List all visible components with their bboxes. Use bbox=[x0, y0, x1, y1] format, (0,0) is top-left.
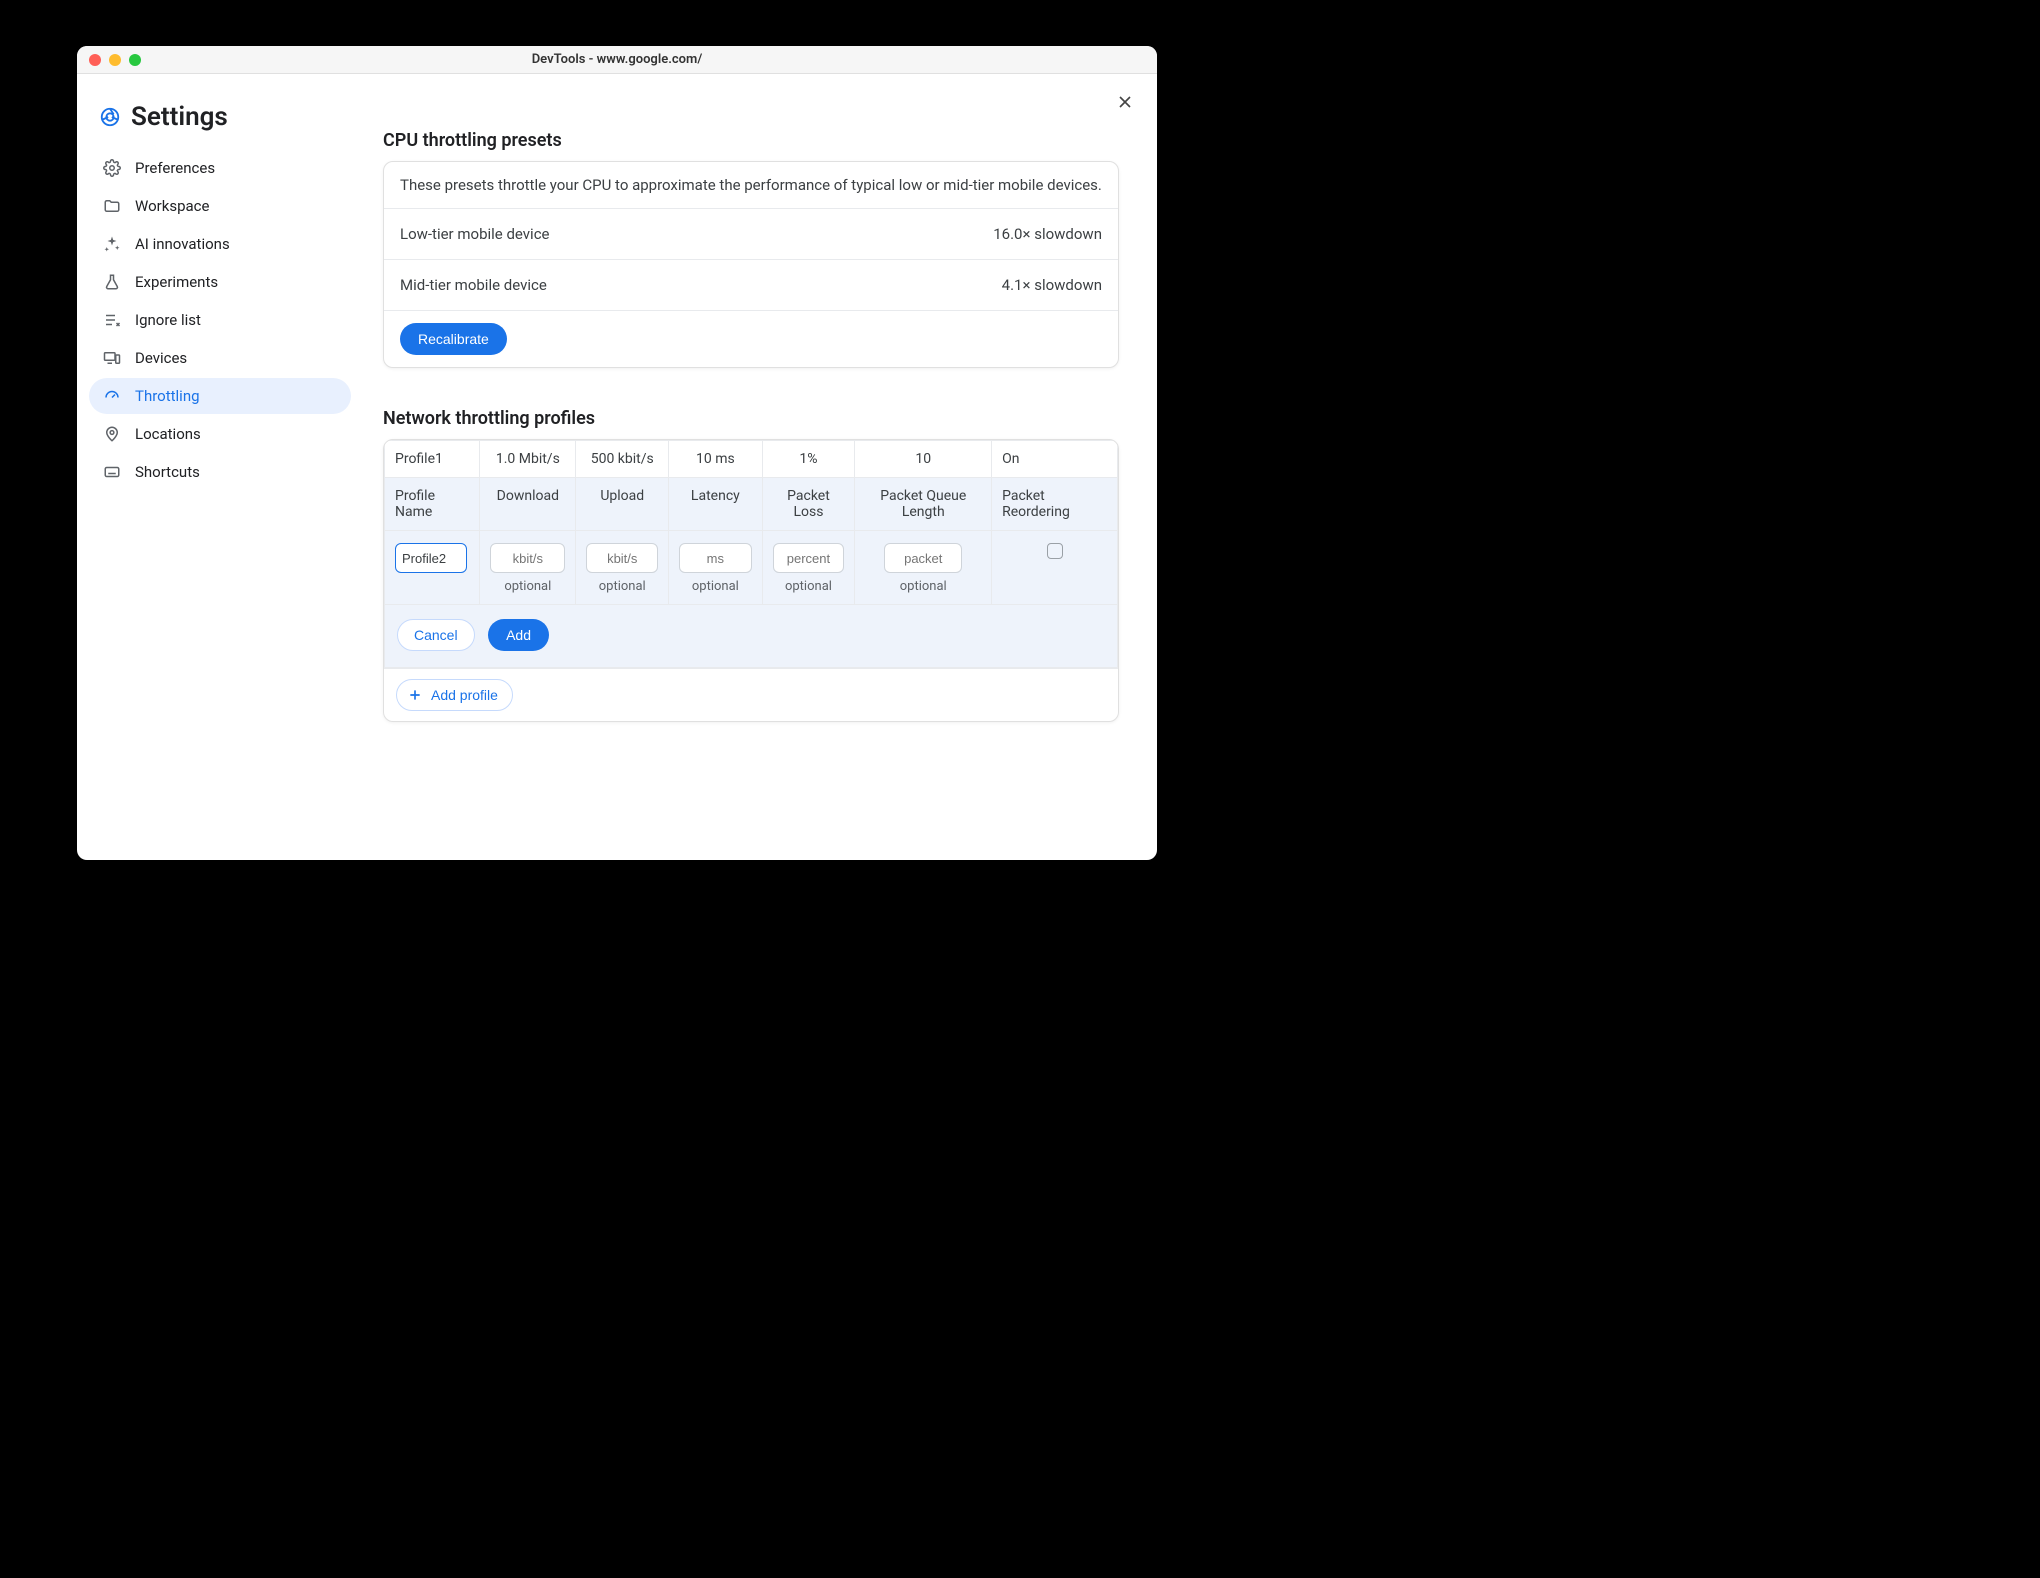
network-profiles-table: Profile1 1.0 Mbit/s 500 kbit/s 10 ms 1% … bbox=[384, 440, 1118, 668]
optional-hint: optional bbox=[865, 579, 981, 594]
cell-latency: 10 ms bbox=[669, 441, 762, 478]
sparkle-icon bbox=[103, 235, 121, 253]
titlebar: DevTools - www.google.com/ bbox=[77, 46, 1157, 74]
plus-icon bbox=[407, 687, 423, 703]
sidebar-item-label: Preferences bbox=[135, 159, 215, 177]
folder-icon bbox=[103, 197, 121, 215]
optional-hint: optional bbox=[679, 579, 751, 594]
traffic-lights bbox=[77, 54, 141, 66]
network-profiles-heading: Network throttling profiles bbox=[383, 408, 1129, 429]
settings-main: CPU throttling presets These presets thr… bbox=[369, 74, 1157, 860]
latency-input[interactable] bbox=[679, 543, 751, 573]
table-row: Profile1 1.0 Mbit/s 500 kbit/s 10 ms 1% … bbox=[385, 441, 1118, 478]
devices-icon bbox=[103, 349, 121, 367]
cpu-preset-name: Low-tier mobile device bbox=[400, 225, 550, 243]
recalibrate-button[interactable]: Recalibrate bbox=[400, 323, 507, 355]
sidebar-item-throttling[interactable]: Throttling bbox=[89, 378, 351, 414]
sidebar-item-label: Shortcuts bbox=[135, 463, 200, 481]
add-profile-button[interactable]: Add profile bbox=[396, 679, 513, 711]
sidebar-item-label: Experiments bbox=[135, 273, 218, 291]
maximize-window-button[interactable] bbox=[129, 54, 141, 66]
cell-reordering: On bbox=[992, 441, 1118, 478]
add-profile-label: Add profile bbox=[431, 687, 498, 703]
download-input[interactable] bbox=[490, 543, 565, 573]
cpu-preset-row: Mid-tier mobile device 4.1× slowdown bbox=[384, 260, 1118, 311]
optional-hint: optional bbox=[490, 579, 565, 594]
sidebar-item-experiments[interactable]: Experiments bbox=[89, 264, 351, 300]
table-header-row: Profile Name Download Upload Latency Pac… bbox=[385, 478, 1118, 531]
form-actions-row: Cancel Add bbox=[385, 605, 1118, 668]
gear-icon bbox=[103, 159, 121, 177]
keyboard-icon bbox=[103, 463, 121, 481]
settings-sidebar: Settings Preferences Workspace AI innova… bbox=[77, 74, 369, 860]
profile-name-input[interactable] bbox=[395, 543, 467, 573]
window-title: DevTools - www.google.com/ bbox=[77, 52, 1157, 67]
cell-queue-length: 10 bbox=[855, 441, 992, 478]
col-packet-loss: Packet Loss bbox=[762, 478, 855, 531]
minimize-window-button[interactable] bbox=[109, 54, 121, 66]
cell-download: 1.0 Mbit/s bbox=[480, 441, 576, 478]
cell-profile-name: Profile1 bbox=[385, 441, 480, 478]
close-window-button[interactable] bbox=[89, 54, 101, 66]
sidebar-item-preferences[interactable]: Preferences bbox=[89, 150, 351, 186]
cpu-preset-row: Low-tier mobile device 16.0× slowdown bbox=[384, 209, 1118, 260]
col-queue-length: Packet Queue Length bbox=[855, 478, 992, 531]
sidebar-item-label: Throttling bbox=[135, 387, 200, 405]
optional-hint: optional bbox=[773, 579, 845, 594]
new-profile-form-row: optional optional optional optional opti… bbox=[385, 531, 1118, 605]
cpu-preset-value: 4.1× slowdown bbox=[1002, 276, 1102, 294]
page-title: Settings bbox=[131, 102, 228, 132]
sidebar-item-ignore-list[interactable]: Ignore list bbox=[89, 302, 351, 338]
list-x-icon bbox=[103, 311, 121, 329]
cancel-button[interactable]: Cancel bbox=[397, 619, 475, 651]
sidebar-item-label: Devices bbox=[135, 349, 187, 367]
flask-icon bbox=[103, 273, 121, 291]
cpu-presets-card: These presets throttle your CPU to appro… bbox=[383, 161, 1119, 368]
devtools-settings-window: DevTools - www.google.com/ Settings Pref… bbox=[77, 46, 1157, 860]
col-download: Download bbox=[480, 478, 576, 531]
cpu-preset-name: Mid-tier mobile device bbox=[400, 276, 547, 294]
sidebar-item-label: AI innovations bbox=[135, 235, 230, 253]
upload-input[interactable] bbox=[586, 543, 658, 573]
optional-hint: optional bbox=[586, 579, 658, 594]
chromium-logo-icon bbox=[99, 106, 121, 128]
sidebar-item-locations[interactable]: Locations bbox=[89, 416, 351, 452]
sidebar-item-workspace[interactable]: Workspace bbox=[89, 188, 351, 224]
cpu-preset-value: 16.0× slowdown bbox=[993, 225, 1102, 243]
reordering-checkbox[interactable] bbox=[1047, 543, 1063, 559]
cell-packet-loss: 1% bbox=[762, 441, 855, 478]
network-profiles-card: Profile1 1.0 Mbit/s 500 kbit/s 10 ms 1% … bbox=[383, 439, 1119, 722]
sidebar-item-label: Locations bbox=[135, 425, 201, 443]
add-button[interactable]: Add bbox=[488, 619, 549, 651]
col-reordering: Packet Reordering bbox=[992, 478, 1118, 531]
sidebar-item-label: Workspace bbox=[135, 197, 209, 215]
col-profile-name: Profile Name bbox=[385, 478, 480, 531]
packet-loss-input[interactable] bbox=[773, 543, 845, 573]
cell-upload: 500 kbit/s bbox=[576, 441, 669, 478]
close-settings-button[interactable] bbox=[1115, 92, 1135, 112]
col-upload: Upload bbox=[576, 478, 669, 531]
gauge-icon bbox=[103, 387, 121, 405]
sidebar-item-ai-innovations[interactable]: AI innovations bbox=[89, 226, 351, 262]
close-icon bbox=[1115, 92, 1135, 112]
cpu-presets-heading: CPU throttling presets bbox=[383, 130, 1129, 151]
cpu-presets-description: These presets throttle your CPU to appro… bbox=[384, 162, 1118, 209]
settings-nav: Preferences Workspace AI innovations Exp… bbox=[89, 150, 369, 490]
queue-length-input[interactable] bbox=[884, 543, 962, 573]
settings-header: Settings bbox=[89, 90, 369, 150]
pin-icon bbox=[103, 425, 121, 443]
sidebar-item-shortcuts[interactable]: Shortcuts bbox=[89, 454, 351, 490]
sidebar-item-devices[interactable]: Devices bbox=[89, 340, 351, 376]
col-latency: Latency bbox=[669, 478, 762, 531]
sidebar-item-label: Ignore list bbox=[135, 311, 201, 329]
